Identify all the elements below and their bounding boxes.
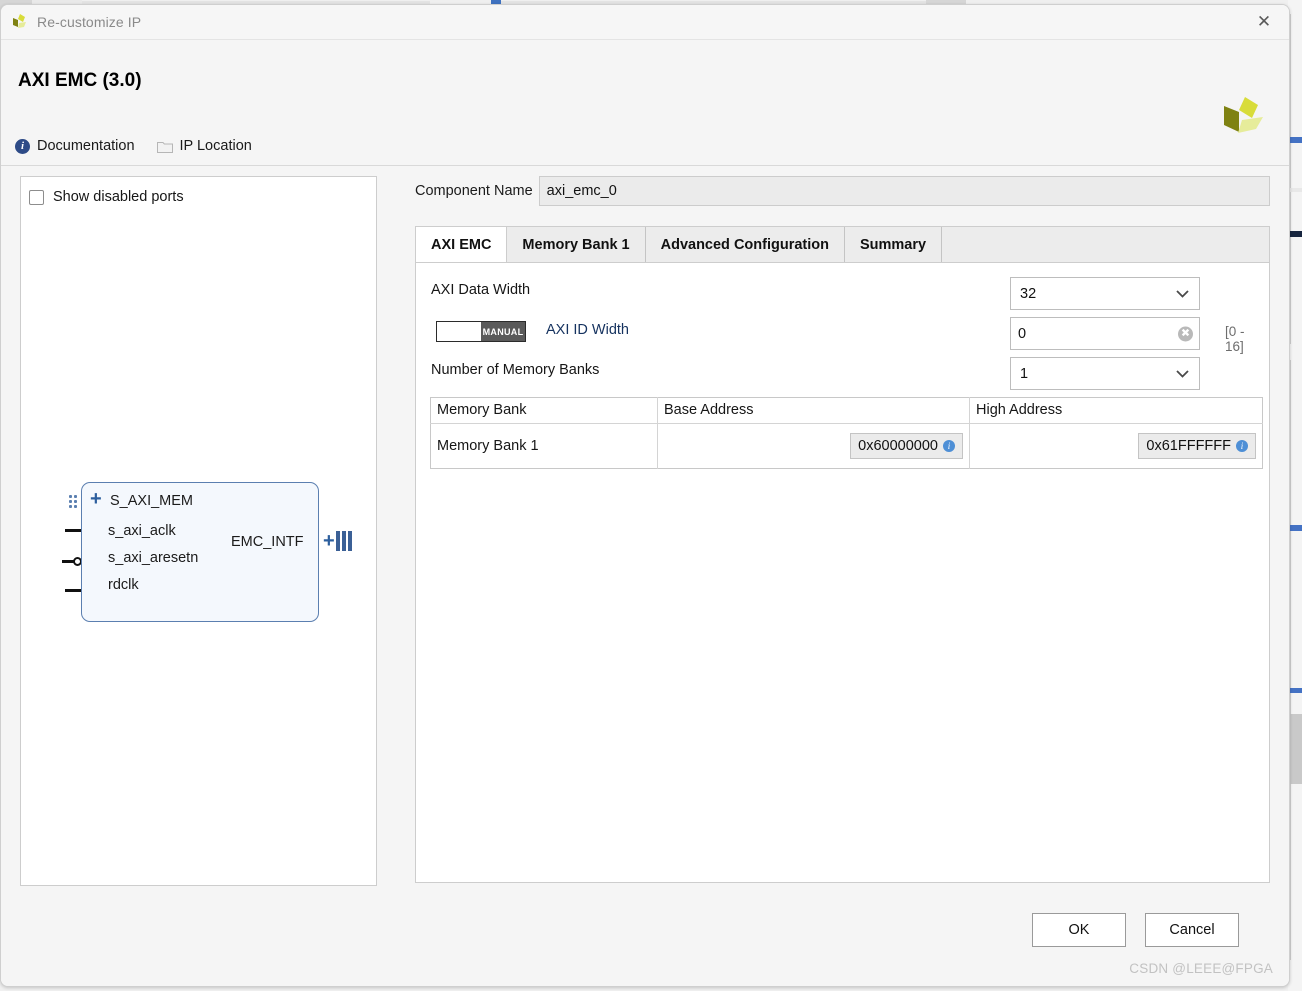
tabstrip: AXI EMC Memory Bank 1 Advanced Configura… [416, 227, 1269, 263]
number-of-memory-banks-label: Number of Memory Banks [431, 362, 600, 378]
pin-stub-s-axi-aclk [65, 529, 82, 532]
axi-id-width-range-hint: [0 - 16] [1225, 324, 1245, 354]
background-right-marker-blue-1 [1290, 137, 1302, 143]
documentation-link[interactable]: i Documentation [15, 138, 135, 154]
background-right-divider-upper [1290, 14, 1291, 344]
axi-id-width-input[interactable]: 0 ✖ [1010, 317, 1200, 350]
background-right-marker-dark-1 [1290, 231, 1302, 237]
documentation-link-label: Documentation [37, 138, 135, 154]
component-name-input[interactable]: axi_emc_0 [538, 176, 1270, 206]
ip-location-link-label: IP Location [179, 138, 252, 154]
axi-data-width-label: AXI Data Width [431, 282, 531, 298]
watermark-label: CSDN @LEEE@FPGA [1129, 961, 1273, 976]
bus-connector-bars-icon [336, 531, 352, 551]
number-of-memory-banks-value: 1 [1020, 365, 1029, 382]
column-header-memory-bank: Memory Bank [430, 397, 658, 424]
field-row-axi-data-width: AXI Data Width 32 [430, 277, 1255, 310]
ip-location-link[interactable]: IP Location [156, 138, 252, 154]
pin-stub-rdclk [65, 589, 82, 592]
background-right-marker-blue-3 [1290, 688, 1302, 693]
table-row: Memory Bank 1 0x60000000 i 0x61FFFFFF i [430, 423, 1263, 469]
info-icon: i [943, 440, 955, 452]
toggle-knob [437, 322, 481, 341]
port-label-s-axi-mem: S_AXI_MEM [110, 493, 193, 509]
ports-preview-panel: Show disabled ports + S_AXI_MEM s_axi_ac… [20, 176, 377, 886]
dialog-title: Re-customize IP [37, 14, 142, 30]
clear-circle-icon[interactable]: ✖ [1178, 326, 1193, 341]
header-links: i Documentation IP Location [15, 138, 252, 154]
column-header-high-address: High Address [969, 397, 1263, 424]
tab-summary[interactable]: Summary [844, 227, 943, 262]
dialog-footer: OK Cancel CSDN @LEEE@FPGA [1, 901, 1289, 986]
base-address-field[interactable]: 0x60000000 i [850, 433, 963, 459]
port-label-s-axi-aclk: s_axi_aclk [108, 523, 176, 539]
expand-s-axi-mem-icon[interactable]: + [90, 489, 102, 509]
cell-memory-bank-name: Memory Bank 1 [430, 423, 658, 469]
info-icon: i [1236, 440, 1248, 452]
component-name-label: Component Name [415, 183, 533, 199]
show-disabled-ports-label: Show disabled ports [53, 189, 184, 205]
column-header-base-address: Base Address [657, 397, 970, 424]
memory-bank-table: Memory Bank Base Address High Address Me… [430, 397, 1263, 469]
tab-advanced-configuration[interactable]: Advanced Configuration [645, 227, 845, 262]
base-address-value: 0x60000000 [858, 438, 938, 454]
folder-icon [156, 140, 173, 153]
axi-id-width-manual-toggle[interactable]: MANUAL [436, 321, 526, 342]
toggle-manual-label: MANUAL [481, 322, 525, 341]
component-name-row: Component Name axi_emc_0 [415, 176, 1270, 206]
port-label-emc-intf: EMC_INTF [231, 534, 304, 550]
tabstrip-filler [942, 227, 1269, 262]
tab-memory-bank-1[interactable]: Memory Bank 1 [507, 227, 646, 262]
expand-emc-intf-icon[interactable]: + [323, 531, 335, 551]
field-row-axi-id-width: MANUAL AXI ID Width 0 ✖ [0 - 16] [430, 317, 1255, 354]
high-address-value: 0x61FFFFFF [1146, 438, 1231, 454]
axi-id-width-value: 0 [1018, 325, 1027, 342]
dialog-header: AXI EMC (3.0) i Documentation IP Locatio… [1, 40, 1289, 166]
cell-base-address: 0x60000000 i [657, 423, 970, 469]
close-icon[interactable]: ✕ [1253, 11, 1275, 33]
bus-connector-dots-icon [69, 495, 78, 511]
info-icon: i [15, 138, 30, 154]
cancel-button[interactable]: Cancel [1145, 913, 1239, 947]
tab-container: AXI EMC Memory Bank 1 Advanced Configura… [415, 226, 1270, 883]
xilinx-brand-logo-icon [1220, 95, 1266, 137]
background-right-divider-lower [1290, 360, 1291, 960]
axi-id-width-label: AXI ID Width [546, 322, 629, 338]
configuration-panel: Component Name axi_emc_0 AXI EMC Memory … [415, 176, 1270, 883]
background-right-separator [1290, 188, 1302, 192]
xilinx-logo-icon [11, 13, 29, 31]
number-of-memory-banks-select[interactable]: 1 [1010, 357, 1200, 390]
table-header-row: Memory Bank Base Address High Address [430, 397, 1263, 424]
page-title: AXI EMC (3.0) [18, 70, 142, 91]
axi-data-width-select[interactable]: 32 [1010, 277, 1200, 310]
ip-block-symbol: + S_AXI_MEM s_axi_aclk s_axi_aresetn rdc… [81, 482, 335, 622]
field-row-number-of-memory-banks: Number of Memory Banks 1 [430, 357, 1255, 390]
dialog-body: Show disabled ports + S_AXI_MEM s_axi_ac… [1, 166, 1289, 901]
show-disabled-ports-checkbox[interactable]: Show disabled ports [29, 189, 184, 205]
checkbox-box[interactable] [29, 189, 44, 205]
high-address-field[interactable]: 0x61FFFFFF i [1138, 433, 1256, 459]
background-right-marker-blue-2 [1290, 525, 1302, 531]
tab-axi-emc[interactable]: AXI EMC [416, 227, 508, 262]
port-label-s-axi-aresetn: s_axi_aresetn [108, 550, 199, 566]
dialog-titlebar: Re-customize IP ✕ [1, 5, 1289, 40]
pin-stub-s-axi-aresetn [62, 560, 75, 563]
port-label-rdclk: rdclk [108, 577, 139, 593]
tab-panel-axi-emc: AXI Data Width 32 MANUAL AXI ID Width 0 … [416, 263, 1269, 469]
background-right-block-gray [1290, 714, 1302, 784]
axi-data-width-value: 32 [1020, 285, 1037, 302]
re-customize-ip-dialog: Re-customize IP ✕ AXI EMC (3.0) i Docume… [0, 4, 1290, 987]
ok-button[interactable]: OK [1032, 913, 1126, 947]
cell-high-address: 0x61FFFFFF i [970, 424, 1263, 469]
